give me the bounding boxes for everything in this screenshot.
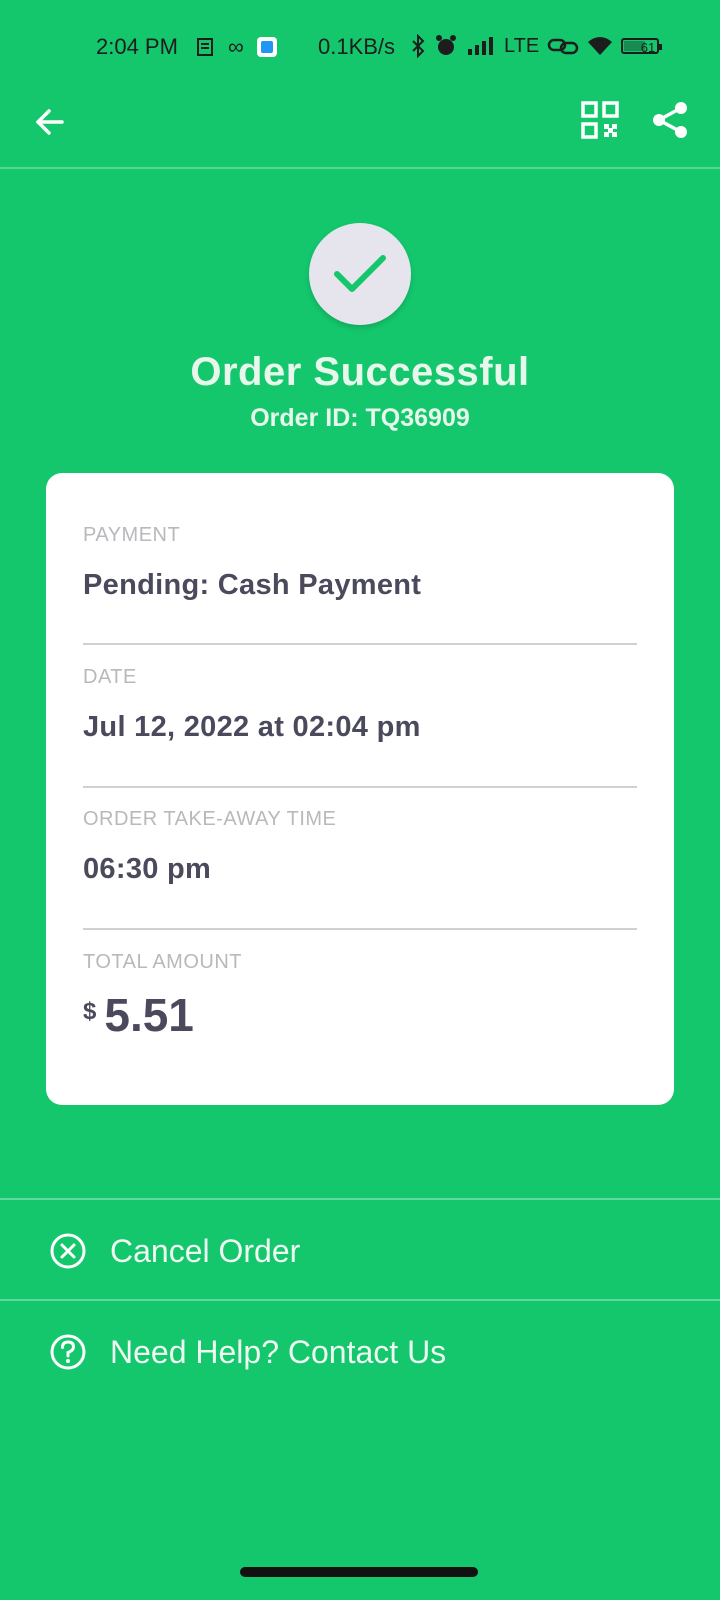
- contact-us-label: Need Help? Contact Us: [110, 1333, 447, 1370]
- field-divider: [83, 928, 637, 930]
- qr-code-icon: [581, 101, 619, 139]
- status-time: 2:04 PM: [96, 34, 178, 59]
- takeaway-time-field: ORDER TAKE-AWAY TIME 06:30 pm: [83, 808, 637, 886]
- app-notification-icon: [256, 37, 277, 57]
- page-title: Order Successful: [190, 350, 530, 394]
- infinity-icon: ∞: [228, 34, 244, 59]
- total-amount-value: 5.51: [104, 989, 194, 1041]
- success-badge: [309, 223, 411, 325]
- qr-code-button[interactable]: [580, 100, 620, 140]
- share-button[interactable]: [650, 100, 690, 140]
- battery-level: 61: [640, 40, 656, 55]
- date-field: DATE Jul 12, 2022 at 02:04 pm: [83, 666, 637, 744]
- link-icon: [547, 38, 579, 55]
- takeaway-time-value: 06:30 pm: [83, 853, 212, 885]
- back-button[interactable]: [30, 102, 70, 142]
- status-notification-icons: ∞: [196, 34, 278, 60]
- currency-symbol: $: [83, 998, 97, 1025]
- wifi-icon: [588, 37, 613, 55]
- field-divider: [83, 643, 637, 645]
- signal-icon: [468, 37, 493, 55]
- total-amount-label: TOTAL AMOUNT: [83, 951, 242, 973]
- status-system-icons: LTE 61: [410, 34, 663, 58]
- actions-divider: [0, 1299, 720, 1301]
- close-circle-icon: [50, 1233, 86, 1269]
- payment-value: Pending: Cash Payment: [83, 569, 422, 601]
- alarm-icon: [436, 35, 456, 55]
- payment-field: PAYMENT Pending: Cash Payment: [83, 524, 637, 602]
- takeaway-time-label: ORDER TAKE-AWAY TIME: [83, 808, 337, 830]
- date-label: DATE: [83, 666, 137, 688]
- app-bar: [0, 92, 720, 168]
- cancel-order-label: Cancel Order: [110, 1232, 301, 1269]
- status-bar: 2:04 PM ∞ 0.1KB/s LTE 61: [0, 0, 720, 92]
- actions-divider: [0, 1198, 720, 1200]
- status-network-type: LTE: [504, 34, 540, 57]
- total-amount-field: TOTAL AMOUNT $ 5.51: [83, 951, 637, 1042]
- field-divider: [83, 786, 637, 788]
- help-circle-icon: [50, 1334, 86, 1370]
- battery-icon: 61: [621, 38, 663, 55]
- checkmark-icon: [334, 255, 386, 292]
- status-network-speed: 0.1KB/s: [318, 34, 396, 59]
- order-details-card: PAYMENT Pending: Cash Payment DATE Jul 1…: [46, 473, 674, 1105]
- share-icon: [653, 102, 687, 138]
- bluetooth-icon: [412, 34, 425, 58]
- arrow-left-icon: [36, 109, 64, 135]
- home-indicator[interactable]: [240, 1567, 478, 1577]
- payment-label: PAYMENT: [83, 524, 181, 546]
- app-bar-divider: [0, 167, 720, 169]
- date-value: Jul 12, 2022 at 02:04 pm: [83, 711, 421, 743]
- news-icon: [197, 38, 213, 56]
- order-id: Order ID: TQ36909: [250, 404, 470, 432]
- contact-us-button[interactable]: Need Help? Contact Us: [0, 1304, 720, 1400]
- cancel-order-button[interactable]: Cancel Order: [0, 1203, 720, 1299]
- total-amount-row: $ 5.51: [83, 988, 637, 1042]
